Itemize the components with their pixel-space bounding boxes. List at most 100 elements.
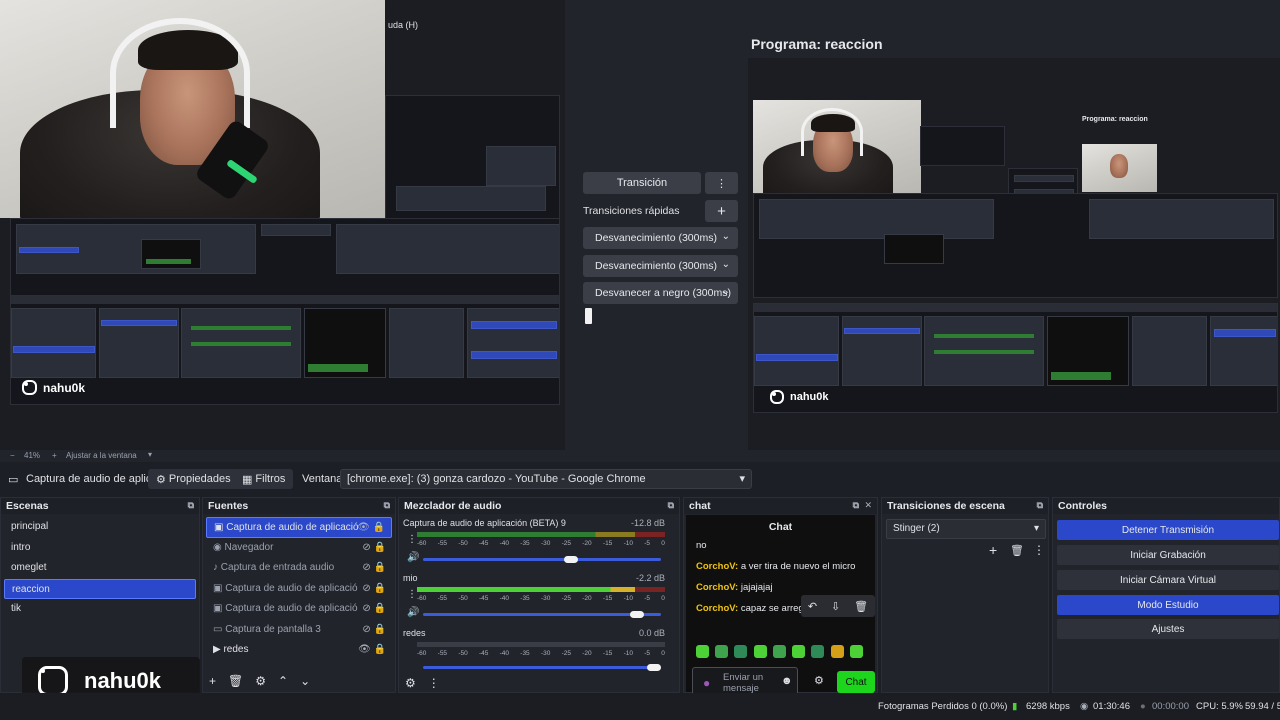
fit-window-select[interactable]: Ajustar a la ventana (66, 451, 137, 460)
preview-canvas[interactable]: uda (H) nahu0k (0, 0, 565, 450)
gear-icon[interactable]: ⚙ (405, 676, 416, 690)
settings-button[interactable]: Ajustes (1057, 619, 1279, 639)
add-icon[interactable]: + (209, 674, 216, 688)
scene-item[interactable]: principal (4, 517, 196, 538)
meter-ticks: -60 -55 -50 -45 -40 -35 -30 -25 -20 -15 -10 -5 0 (417, 540, 665, 547)
speaker-icon[interactable]: 🔊 (407, 607, 419, 618)
emote-icon[interactable] (792, 645, 805, 658)
volume-slider[interactable] (423, 664, 661, 671)
source-item[interactable]: ♪ Captura de entrada audio ⊘ 🔒 (206, 558, 392, 579)
scene-item[interactable]: omeglet (4, 558, 196, 579)
emote-icon[interactable] (831, 645, 844, 658)
volume-slider[interactable] (423, 556, 661, 563)
filters-button[interactable]: ▦ Filtros (234, 469, 294, 489)
chat-send-button[interactable]: Chat (837, 671, 875, 693)
monitor-icon: ▭ (213, 623, 226, 635)
mic-icon[interactable]: ● (703, 676, 710, 690)
kebab-icon[interactable]: ⋮ (428, 676, 440, 690)
emote-icon[interactable] (696, 645, 709, 658)
transition-button[interactable]: Transición (583, 172, 701, 194)
emote-icon[interactable] (811, 645, 824, 658)
meter-tick-label: -15 (602, 595, 613, 602)
arrow-up-icon[interactable]: ⌃ (278, 674, 288, 688)
meter-tick-label: -40 (499, 595, 510, 602)
emote-icon[interactable] (715, 645, 728, 658)
emote-icon[interactable] (773, 645, 786, 658)
kebab-icon[interactable]: ⋮ (1033, 543, 1045, 557)
studio-mode-button[interactable]: Modo Estudio (1057, 595, 1279, 615)
emote-icon[interactable] (754, 645, 767, 658)
program-nested-bottom (753, 303, 1278, 413)
program-webcam (753, 100, 921, 195)
trash-icon[interactable]: 🗑 (228, 674, 243, 688)
plus-icon[interactable]: + (989, 542, 997, 558)
zoom-in-icon[interactable]: + (52, 451, 57, 460)
source-item[interactable]: ▣ Captura de audio de aplicació ⊘ 🔒 (206, 599, 392, 620)
scene-item-selected[interactable]: reaccion (4, 578, 196, 599)
instagram-overlay-program: nahu0k (770, 390, 829, 404)
properties-button[interactable]: ⚙ Propiedades (148, 469, 239, 489)
source-item[interactable]: ▣ Captura de audio de aplicació 👁 🔒 (206, 517, 392, 538)
chat-panel: Chat no CorchoV: a ver tira de nuevo el … (686, 515, 875, 697)
scene-item[interactable]: intro (4, 538, 196, 559)
channel-db: -12.8 dB (630, 518, 665, 528)
status-bar: Fotogramas Perdidos 0 (0.0%) ▮ 6298 kbps… (0, 693, 1280, 720)
controls-dock: Controles Detener Transmisión Iniciar Gr… (1052, 497, 1280, 693)
instagram-handle: nahu0k (790, 391, 829, 403)
volume-knob[interactable] (563, 556, 578, 563)
volume-knob[interactable] (630, 611, 645, 618)
source-item[interactable]: ▣ Captura de audio de aplicació ⊘ 🔒 (206, 579, 392, 600)
gear-icon[interactable]: ⚙ (814, 674, 824, 687)
source-item[interactable]: ▶ redes 👁 🔒 (206, 640, 392, 661)
hidden-lock-icons[interactable]: ⊘ 🔒 (362, 599, 386, 620)
transition-menu-button[interactable]: ⋮ (705, 172, 738, 194)
undock-icon[interactable]: ⧉ (384, 500, 390, 511)
start-virtual-camera-button[interactable]: Iniciar Cámara Virtual (1057, 570, 1279, 590)
volume-knob[interactable] (647, 664, 661, 671)
visibility-lock-icons[interactable]: 👁 🔒 (358, 640, 386, 661)
visibility-lock-icons[interactable]: 👁 🔒 (357, 518, 385, 537)
kebab-icon[interactable]: ⋮ (407, 534, 417, 545)
emote-icon[interactable] (850, 645, 863, 658)
browser-icon: ◉ (213, 541, 225, 553)
chat-message: CorchoV: jajajajaj (696, 582, 773, 593)
emote-icon[interactable] (734, 645, 747, 658)
meter-tick-label: -50 (458, 595, 468, 602)
channel-name: redes (403, 628, 426, 638)
trash-icon[interactable]: 🗑 (1010, 544, 1024, 557)
hidden-lock-icons[interactable]: ⊘ 🔒 (362, 620, 386, 641)
pin-icon[interactable]: ⇩ (831, 600, 840, 613)
meter-tick-label: -50 (458, 650, 468, 657)
undock-icon[interactable]: ⧉ (188, 500, 194, 511)
quick-transition-2[interactable]: Desvanecimiento (300ms) ⌄ (583, 255, 738, 277)
start-recording-button[interactable]: Iniciar Grabación (1057, 545, 1279, 565)
speaker-icon[interactable]: 🔊 (407, 552, 419, 563)
gear-icon[interactable]: ⚙ (255, 674, 266, 688)
hidden-lock-icons[interactable]: ⊘ 🔒 (362, 538, 386, 559)
scene-item[interactable]: tik (4, 599, 196, 620)
emoji-icon[interactable]: ☻ (781, 675, 793, 687)
arrow-down-icon[interactable]: ⌄ (300, 674, 310, 688)
source-item[interactable]: ◉ Navegador ⊘ 🔒 (206, 538, 392, 559)
window-select[interactable]: [chrome.exe]: (3) gonza cardozo - YouTub… (340, 469, 752, 489)
close-icon[interactable]: ✕ (864, 500, 872, 511)
meter-tick-label: -60 (417, 595, 427, 602)
hidden-lock-icons[interactable]: ⊘ 🔒 (362, 558, 386, 579)
reply-icon[interactable]: ↶ (808, 600, 817, 613)
undock-icon[interactable]: ⧉ (853, 500, 859, 511)
add-quick-transition-button[interactable]: + (705, 200, 738, 222)
stop-streaming-button[interactable]: Detener Transmisión (1057, 520, 1279, 540)
undock-icon[interactable]: ⧉ (1037, 500, 1043, 511)
undock-icon[interactable]: ⧉ (668, 500, 674, 511)
trash-icon[interactable]: 🗑 (854, 600, 868, 613)
meter-ticks: -60 -55 -50 -45 -40 -35 -30 -25 -20 -15 -10 -5 0 (417, 650, 665, 657)
quick-transition-3[interactable]: Desvanecer a negro (300ms) ⌄ (583, 282, 738, 304)
hidden-lock-icons[interactable]: ⊘ 🔒 (362, 579, 386, 600)
quick-transition-1[interactable]: Desvanecimiento (300ms) ⌄ (583, 227, 738, 249)
t-bar-handle[interactable] (585, 308, 592, 324)
transition-select[interactable]: Stinger (2) ▾ (886, 519, 1046, 539)
volume-slider[interactable] (423, 611, 661, 618)
kebab-icon[interactable]: ⋮ (407, 589, 417, 600)
zoom-out-icon[interactable]: − (10, 451, 15, 460)
source-item[interactable]: ▭ Captura de pantalla 3 ⊘ 🔒 (206, 620, 392, 641)
